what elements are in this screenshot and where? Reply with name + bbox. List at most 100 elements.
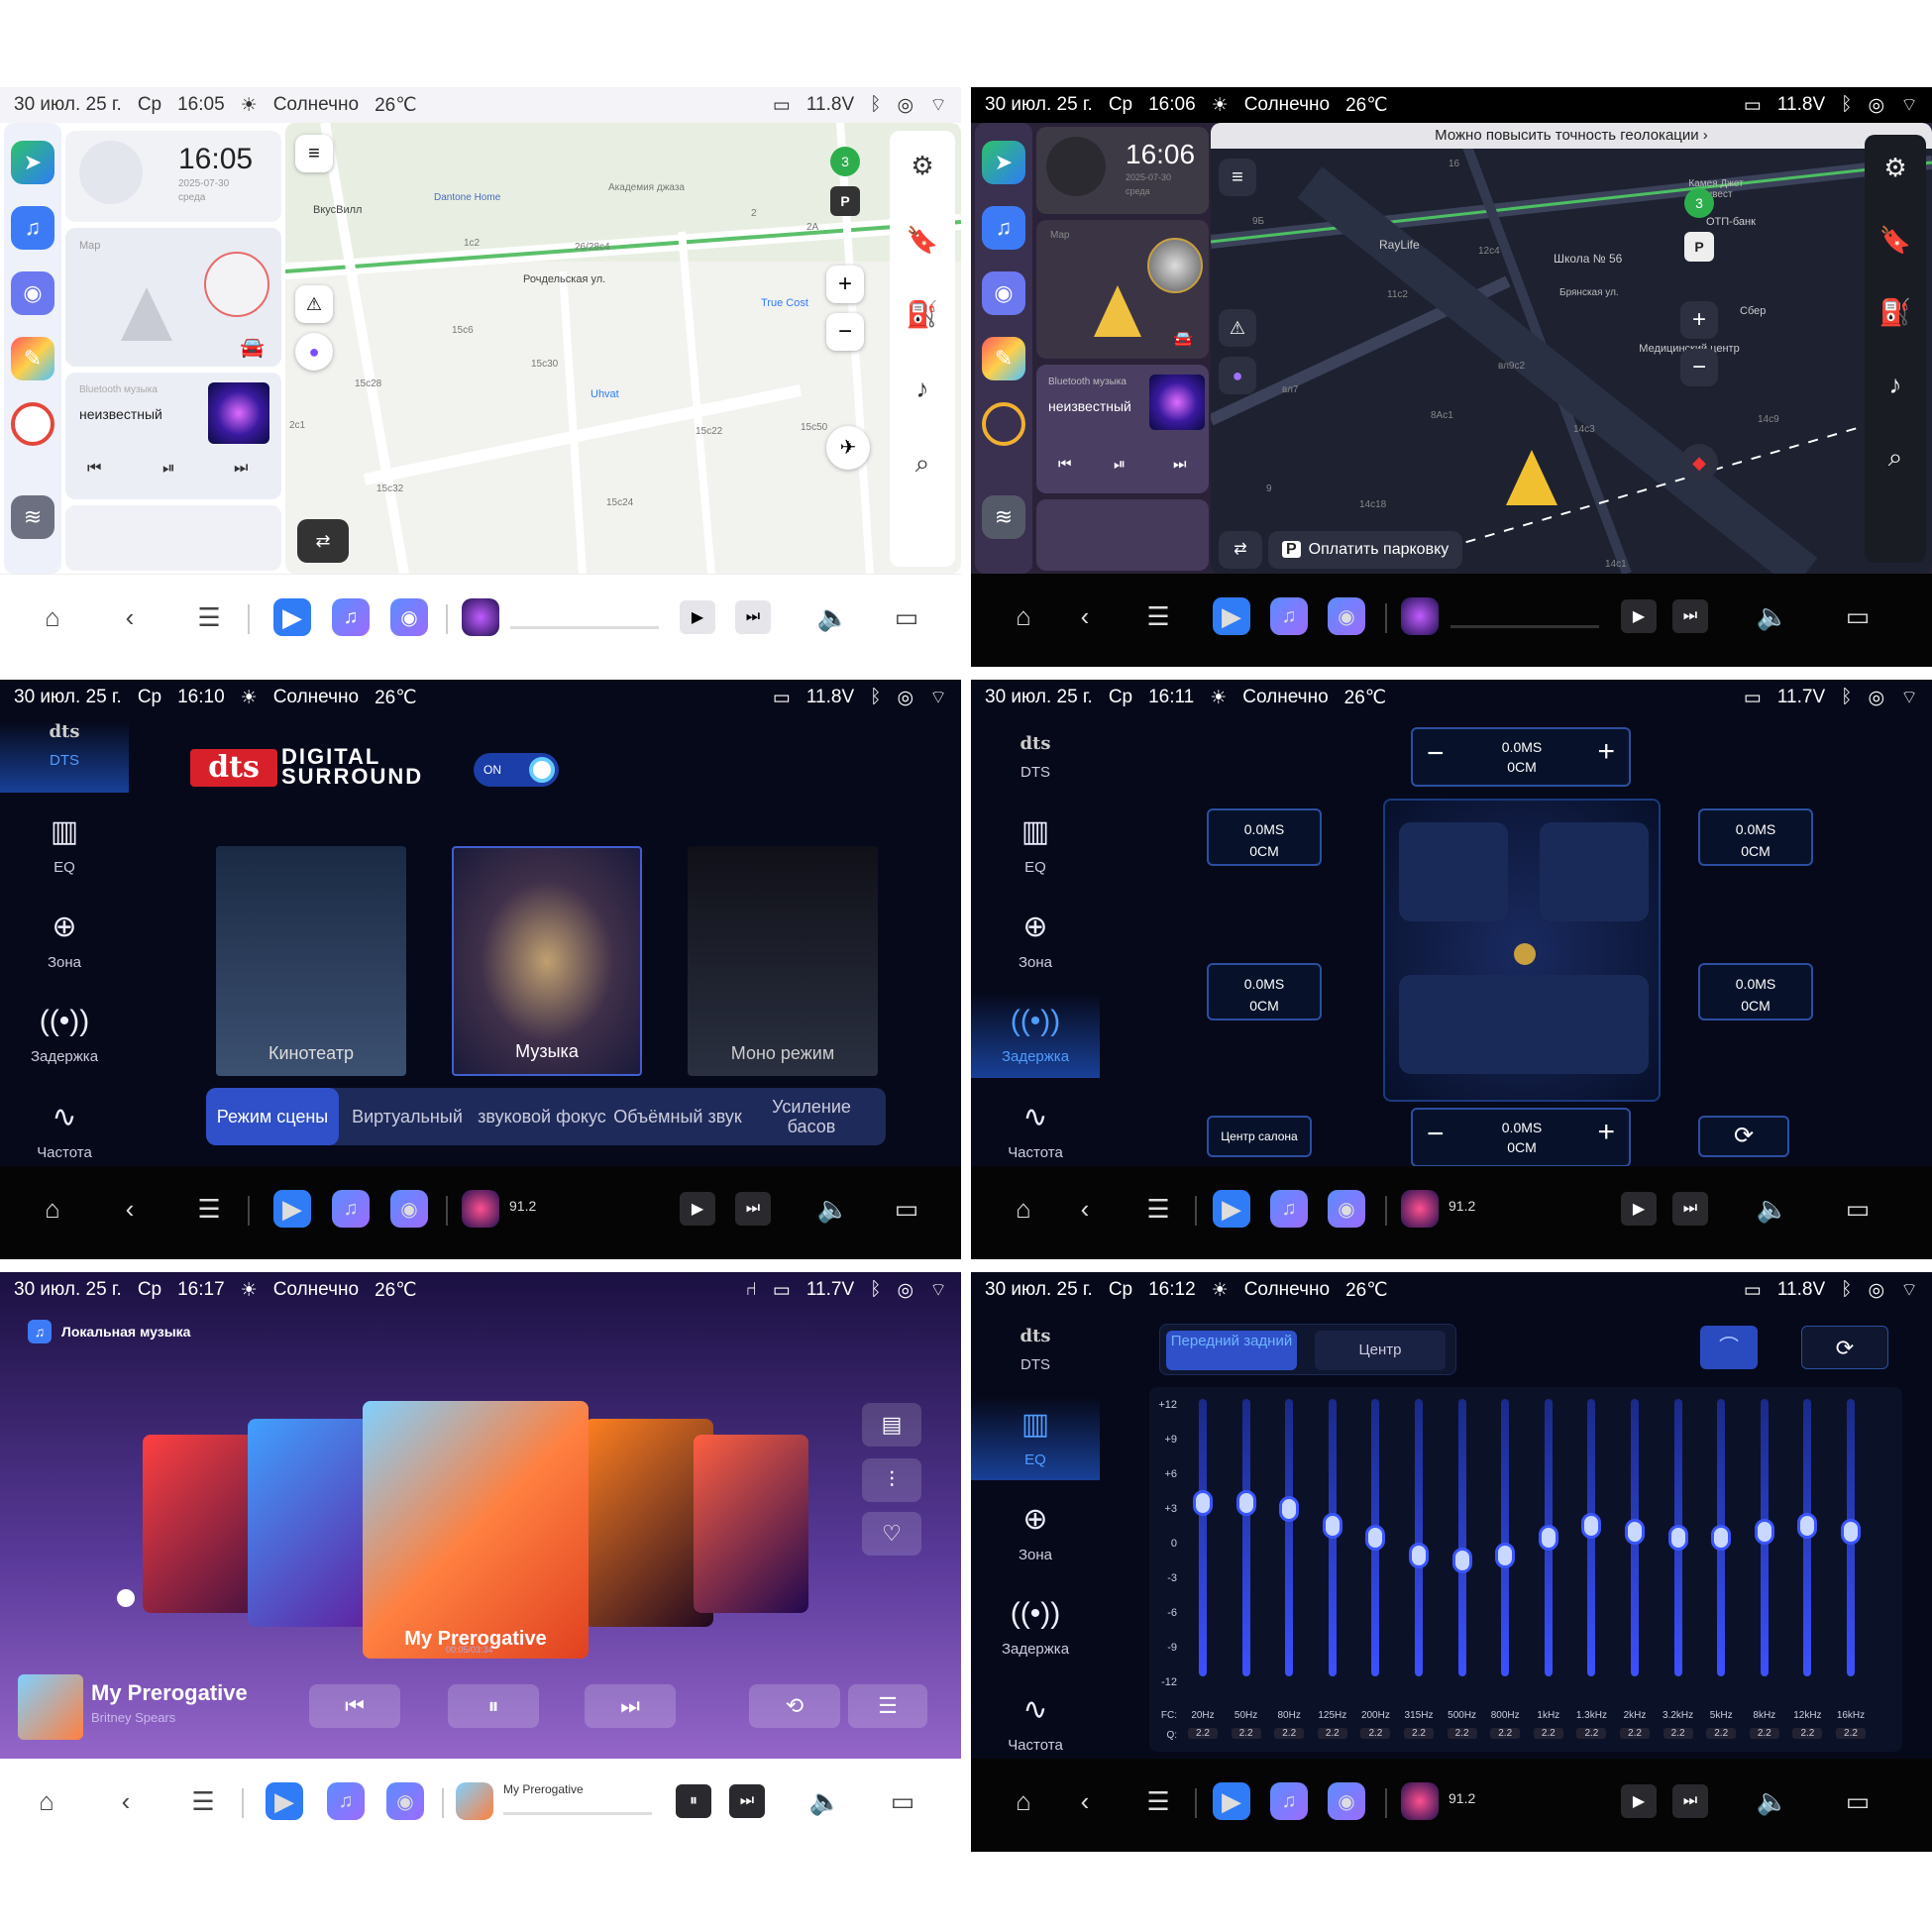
volume-icon[interactable]: 🔈 xyxy=(1754,597,1791,635)
alert-icon[interactable]: ⚠ xyxy=(295,285,333,323)
sidebar-item-zone[interactable]: ⊕ Зона xyxy=(971,910,1100,971)
menu-icon[interactable]: ☰ xyxy=(1139,1190,1177,1228)
zoom-out-button[interactable]: − xyxy=(826,313,864,351)
settings-icon[interactable]: ⚙ xyxy=(911,151,933,181)
sidebar-item-dts[interactable]: dts DTS xyxy=(971,1326,1100,1373)
menu-icon[interactable]: ☰ xyxy=(1139,1782,1177,1820)
eq-slider[interactable] xyxy=(1235,1399,1256,1676)
tab-front-rear[interactable]: Передний задний xyxy=(1166,1331,1297,1370)
eq-slider-knob[interactable] xyxy=(1365,1525,1386,1551)
eq-slider-knob[interactable] xyxy=(1495,1542,1516,1568)
home-icon[interactable]: ⌂ xyxy=(28,1782,65,1820)
decrease-button[interactable]: − xyxy=(1427,1118,1445,1151)
audio-app-icon[interactable]: ◉ xyxy=(390,598,428,636)
next-button[interactable]: ⏭ xyxy=(1672,1784,1708,1818)
prev-button[interactable]: ⏮ xyxy=(87,460,101,478)
traffic-badge[interactable]: 3 xyxy=(1684,188,1714,218)
maps-app-icon[interactable]: ➤ xyxy=(11,141,54,184)
screen-icon[interactable]: ▭ xyxy=(1839,1190,1877,1228)
reset-icon[interactable]: ⟳ xyxy=(1698,1116,1789,1157)
compass-icon[interactable]: ◆ xyxy=(1680,444,1718,482)
maps-app-icon[interactable]: ➤ xyxy=(982,141,1025,184)
radio-icon[interactable] xyxy=(1401,1190,1439,1228)
eq-slider[interactable] xyxy=(1365,1399,1386,1676)
front-right-delay[interactable]: 0.0MS 0CM xyxy=(1698,808,1813,866)
music-app-icon[interactable]: ♫ xyxy=(1270,597,1308,635)
bookmark-icon[interactable]: 🔖 xyxy=(1879,225,1911,256)
eq-slider[interactable] xyxy=(1322,1399,1342,1676)
home-icon[interactable]: ⌂ xyxy=(34,598,71,636)
eq-slider[interactable] xyxy=(1625,1399,1645,1676)
traffic-badge[interactable]: 3 xyxy=(830,147,860,176)
tab-surround[interactable]: Объёмный звук xyxy=(608,1107,747,1127)
eq-slider-knob[interactable] xyxy=(1841,1519,1861,1546)
eq-slider-knob[interactable] xyxy=(1235,1490,1256,1516)
menu-icon[interactable]: ☰ xyxy=(184,1782,222,1820)
assistant-app-icon[interactable] xyxy=(982,402,1025,446)
sidebar-item-eq[interactable]: ▥ EQ xyxy=(971,814,1100,876)
eq-slider-knob[interactable] xyxy=(1754,1519,1774,1546)
menu-icon[interactable]: ≡ xyxy=(295,135,333,172)
music-app-icon[interactable]: ♫ xyxy=(332,598,370,636)
music-app-icon[interactable]: ♫ xyxy=(327,1782,365,1820)
eq-slider[interactable] xyxy=(1538,1399,1558,1676)
eq-slider[interactable] xyxy=(1711,1399,1732,1676)
volume-icon[interactable]: 🔈 xyxy=(1754,1782,1791,1820)
eq-slider[interactable] xyxy=(1581,1399,1602,1676)
next-button[interactable]: ⏭ xyxy=(1672,1192,1708,1226)
play-button[interactable]: ▶ xyxy=(1621,1192,1657,1226)
decrease-button[interactable]: − xyxy=(1427,737,1445,771)
eq-curve-icon[interactable]: ⌒ xyxy=(1700,1326,1758,1369)
settings-icon[interactable]: ⚙ xyxy=(1883,153,1906,183)
equalizer-icon[interactable]: ⫶ xyxy=(862,1458,921,1502)
sidebar-item-delay[interactable]: ((•)) Задержка xyxy=(0,1005,129,1065)
album-cover[interactable] xyxy=(694,1435,808,1613)
prev-button[interactable]: ⏮ xyxy=(309,1684,400,1728)
search-icon[interactable]: ⌕ xyxy=(915,448,930,480)
progress-bar[interactable] xyxy=(510,626,659,629)
audio-app-icon[interactable]: ◉ xyxy=(390,1190,428,1228)
play-button[interactable]: ▶ xyxy=(680,1192,715,1226)
rear-right-delay[interactable]: 0.0MS 0CM xyxy=(1698,963,1813,1020)
repeat-icon[interactable]: ⟲ xyxy=(749,1684,840,1728)
increase-button[interactable]: + xyxy=(1597,1116,1615,1149)
now-playing-art[interactable] xyxy=(1401,597,1439,635)
eq-slider[interactable] xyxy=(1754,1399,1774,1676)
paint-app-icon[interactable]: ✎ xyxy=(11,337,54,380)
alert-icon[interactable]: ⚠ xyxy=(1219,309,1256,347)
sidebar-item-dts[interactable]: dts DTS xyxy=(971,733,1100,781)
play-button[interactable]: ▶ xyxy=(680,600,715,634)
eq-q-value[interactable]: 2.2 xyxy=(1706,1728,1737,1739)
home-icon[interactable]: ⌂ xyxy=(1005,1190,1042,1228)
gas-station-icon[interactable]: ⛽ xyxy=(1879,297,1911,328)
zoom-in-button[interactable]: + xyxy=(1680,301,1718,339)
volume-icon[interactable]: 🔈 xyxy=(1754,1190,1791,1228)
no-location-icon[interactable]: ✈ xyxy=(826,426,870,470)
eq-q-value[interactable]: 2.2 xyxy=(1576,1728,1607,1739)
back-icon[interactable]: ‹ xyxy=(1066,597,1104,635)
eq-slider[interactable] xyxy=(1451,1399,1472,1676)
back-icon[interactable]: ‹ xyxy=(111,598,149,636)
play-button[interactable]: ▶ xyxy=(1621,1784,1657,1818)
now-playing-art[interactable] xyxy=(456,1782,493,1820)
eq-q-value[interactable]: 2.2 xyxy=(1620,1728,1650,1739)
menu-icon[interactable]: ☰ xyxy=(1139,597,1177,635)
scene-card-cinema[interactable]: Кинотеатр xyxy=(216,846,406,1076)
eq-slider[interactable] xyxy=(1667,1399,1688,1676)
tab-virtual[interactable]: Виртуальный xyxy=(339,1107,476,1127)
progress-bar[interactable] xyxy=(503,1812,652,1815)
scene-card-mono[interactable]: Моно режим xyxy=(688,846,878,1076)
audio-app-icon[interactable]: ◉ xyxy=(982,271,1025,315)
clock-widget[interactable]: 16:06 2025-07-30 среда xyxy=(1036,127,1209,214)
tab-scene-mode[interactable]: Режим сцены xyxy=(206,1088,339,1145)
eq-q-value[interactable]: 2.2 xyxy=(1836,1728,1866,1739)
eq-slider-knob[interactable] xyxy=(1451,1548,1472,1574)
eq-q-value[interactable]: 2.2 xyxy=(1404,1728,1434,1739)
sidebar-item-delay[interactable]: ((•)) Задержка xyxy=(971,993,1100,1078)
play-app-icon[interactable]: ▶ xyxy=(1213,597,1250,635)
screen-icon[interactable]: ▭ xyxy=(1839,1782,1877,1820)
search-icon[interactable]: ⌕ xyxy=(1888,442,1903,474)
next-button[interactable]: ⏭ xyxy=(1672,599,1708,633)
eq-q-value[interactable]: 2.2 xyxy=(1749,1728,1779,1739)
map-widget[interactable]: Map 🚘 xyxy=(1036,220,1209,359)
